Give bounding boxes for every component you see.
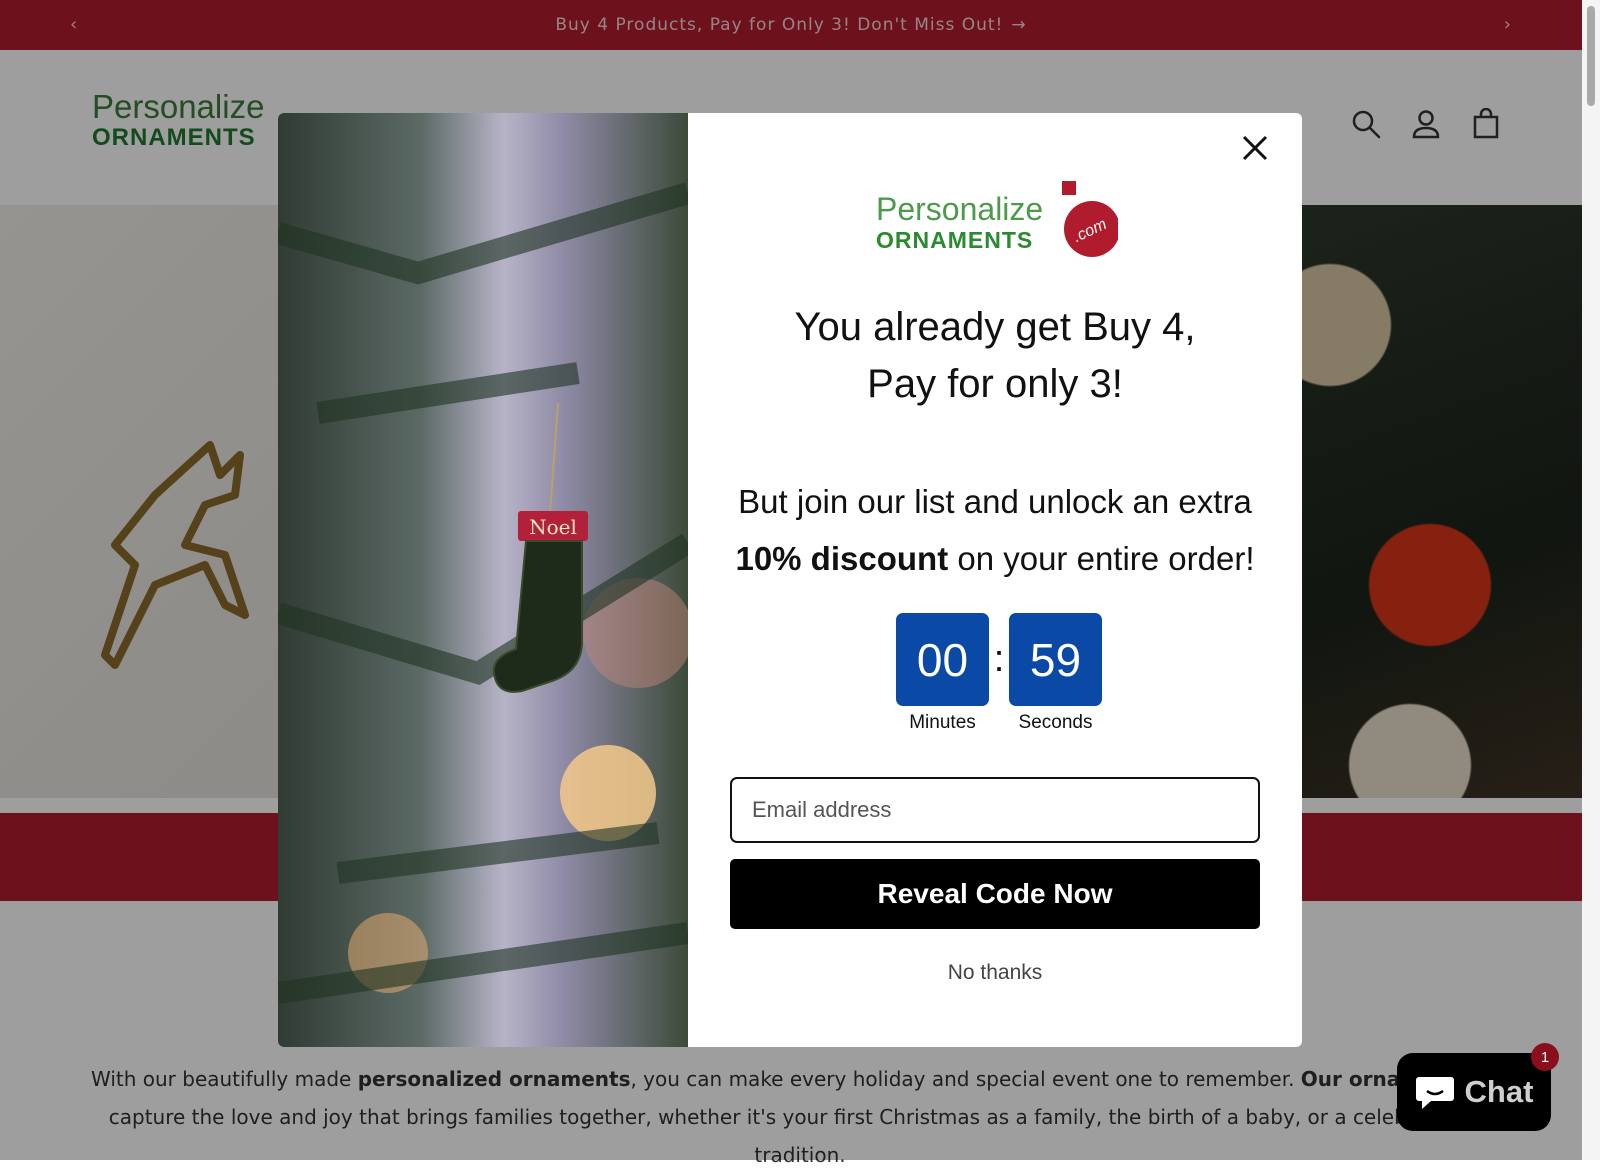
discount-text: 10% discount <box>735 540 949 577</box>
popup-image: Noel <box>278 113 688 1047</box>
timer-minutes: 00 Minutes <box>896 613 989 734</box>
countdown-timer: 00 Minutes : 59 Seconds <box>896 613 1102 734</box>
email-field[interactable] <box>730 777 1260 843</box>
chat-notification-badge: 1 <box>1531 1043 1559 1071</box>
headline-line1: You already get Buy 4, <box>794 305 1196 349</box>
seconds-value: 59 <box>1009 613 1102 706</box>
popup-subheadline: But join our list and unlock an extra 10… <box>688 473 1302 587</box>
popup-logo: Personalize ORNAMENTS .com <box>876 177 1118 263</box>
no-thanks-link[interactable]: No thanks <box>688 961 1302 985</box>
christmas-tree-photo: Noel <box>278 182 688 1004</box>
subheadline-line1: But join our list and unlock an extra <box>738 483 1252 520</box>
signup-popup: Noel Personalize ORNAMENTS .com You alre… <box>278 113 1302 1047</box>
headline-line2: Pay for only 3! <box>867 362 1123 406</box>
timer-separator: : <box>993 638 1005 680</box>
seconds-label: Seconds <box>1018 712 1093 733</box>
subheadline-line2: 10% discount on your entire order! <box>735 540 1255 577</box>
popup-logo-line1: Personalize <box>876 191 1044 227</box>
scrollbar-thumb[interactable] <box>1587 6 1595 106</box>
minutes-value: 00 <box>896 613 989 706</box>
timer-seconds: 59 Seconds <box>1009 613 1102 734</box>
close-icon[interactable] <box>1238 131 1272 165</box>
ornament-text: Noel <box>529 515 577 539</box>
chat-bubble-icon <box>1415 1077 1454 1109</box>
chat-button[interactable]: Chat 1 <box>1397 1043 1559 1131</box>
popup-logo-line2: ORNAMENTS <box>876 227 1034 253</box>
minutes-label: Minutes <box>909 712 976 733</box>
popup-content: Personalize ORNAMENTS .com You already g… <box>688 113 1302 1047</box>
chat-label: Chat <box>1464 1074 1534 1109</box>
popup-headline: You already get Buy 4, Pay for only 3! <box>688 299 1302 413</box>
ornament-ball-logo: .com <box>1062 181 1118 257</box>
scrollbar[interactable] <box>1582 0 1600 1160</box>
reveal-code-button[interactable]: Reveal Code Now <box>730 859 1260 929</box>
